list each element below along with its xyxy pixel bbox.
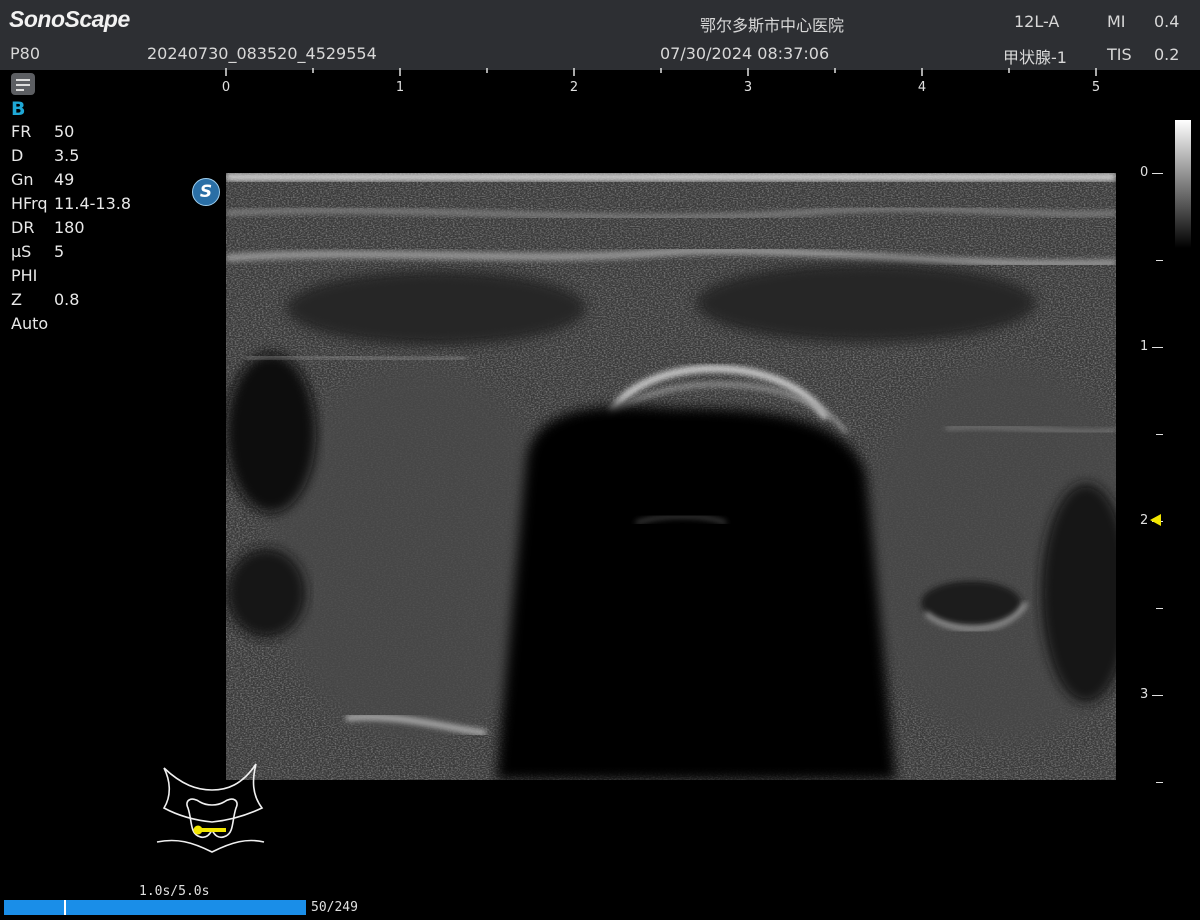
param-row: D 3.5 — [11, 146, 151, 170]
depth-label: 0 — [1140, 165, 1149, 180]
ruler-label: 3 — [743, 80, 753, 95]
ruler-label: 2 — [569, 80, 579, 95]
param-key: Z — [11, 290, 22, 309]
cine-frame-counter: 50/249 — [311, 900, 358, 915]
cine-time: 1.0s/5.0s — [139, 884, 210, 899]
param-key: PHI — [11, 266, 38, 285]
param-key: FR — [11, 122, 32, 141]
preset-short: P80 — [10, 44, 41, 63]
depth-tick — [1156, 434, 1163, 435]
ultrasound-image[interactable] — [226, 173, 1116, 780]
imaging-params: FR 50 D 3.5 Gn 49 HFrq 11.4-13.8 DR 180 μS 5 PHI Z 0.8… — [11, 122, 151, 338]
param-row: HFrq 11.4-13.8 — [11, 194, 151, 218]
depth-tick — [1156, 608, 1163, 609]
ruler-label: 5 — [1091, 80, 1101, 95]
depth-tick — [1152, 347, 1163, 348]
param-value: 0.8 — [54, 290, 80, 309]
param-row: PHI — [11, 266, 151, 290]
param-value: 5 — [54, 242, 65, 261]
param-row: DR 180 — [11, 218, 151, 242]
imaging-mode-label: B — [11, 98, 26, 120]
depth-scale: 0 1 2 3 — [1130, 0, 1200, 920]
param-value: 180 — [54, 218, 85, 237]
ruler-ticks — [225, 68, 1097, 76]
cine-cursor[interactable] — [64, 900, 67, 915]
param-key: HFrq — [11, 194, 48, 213]
param-key: Auto — [11, 314, 49, 333]
preset-name: 甲状腺-1 — [1003, 48, 1067, 67]
tis-label: TIS — [1107, 45, 1132, 64]
header-bar: SonoScape 鄂尔多斯市中心医院 12L-A MI 0.4 P80 202… — [0, 0, 1200, 70]
param-key: Gn — [11, 170, 34, 189]
mi-label: MI — [1107, 12, 1126, 31]
lateral-ruler: 0 1 2 3 4 5 — [0, 68, 1200, 98]
param-value: 50 — [54, 122, 75, 141]
param-row: Auto — [11, 314, 151, 338]
scanner-s-icon: S — [192, 178, 220, 206]
param-value: 3.5 — [54, 146, 80, 165]
depth-label: 3 — [1140, 687, 1149, 702]
ruler-label: 1 — [395, 80, 405, 95]
depth-tick — [1156, 260, 1163, 261]
ruler-label: 0 — [221, 80, 231, 95]
thyroid-bodymark-icon[interactable] — [152, 760, 272, 856]
param-row: Z 0.8 — [11, 290, 151, 314]
brand-logo: SonoScape — [9, 6, 130, 32]
hospital-name: 鄂尔多斯市中心医院 — [700, 16, 845, 35]
depth-label: 1 — [1140, 339, 1149, 354]
param-key: D — [11, 146, 24, 165]
param-row: Gn 49 — [11, 170, 151, 194]
param-key: μS — [11, 242, 32, 261]
cine-progress-bar[interactable] — [4, 900, 306, 915]
depth-tick — [1156, 782, 1163, 783]
probe-name: 12L-A — [1014, 12, 1060, 31]
focus-marker-icon[interactable] — [1150, 514, 1161, 526]
depth-tick — [1152, 173, 1163, 174]
depth-tick — [1152, 695, 1163, 696]
param-value: 49 — [54, 170, 75, 189]
param-value: 11.4-13.8 — [54, 194, 132, 213]
exam-id: 20240730_083520_4529554 — [147, 44, 377, 63]
param-row: FR 50 — [11, 122, 151, 146]
param-key: DR — [11, 218, 35, 237]
exam-datetime: 07/30/2024 08:37:06 — [660, 44, 830, 63]
depth-label: 2 — [1140, 513, 1149, 528]
param-row: μS 5 — [11, 242, 151, 266]
ruler-label: 4 — [917, 80, 927, 95]
